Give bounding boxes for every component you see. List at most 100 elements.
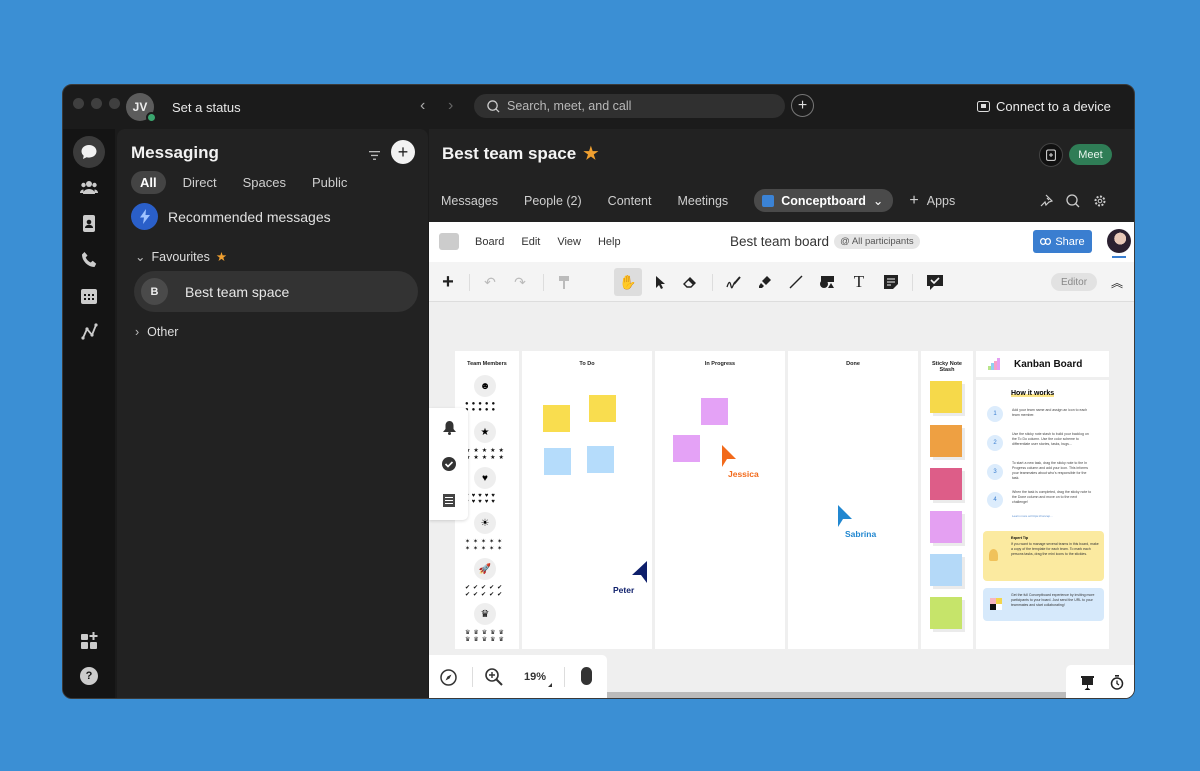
- line-tool-icon[interactable]: [785, 271, 807, 293]
- gear-icon[interactable]: [1093, 194, 1107, 213]
- member-avatar[interactable]: ☻: [474, 375, 496, 397]
- add-apps-icon[interactable]: [73, 624, 105, 656]
- mouse-mode-icon[interactable]: [581, 667, 592, 685]
- member-avatar[interactable]: ★: [474, 421, 496, 443]
- pen-tool-icon[interactable]: [722, 271, 744, 293]
- mini-icons-row[interactable]: ✶✶✶✶✶ ✶✶✶✶✶: [465, 538, 505, 552]
- window-controls[interactable]: [73, 98, 120, 109]
- tab-meetings[interactable]: Meetings: [677, 194, 728, 208]
- favourite-star-icon[interactable]: ★: [583, 144, 598, 164]
- zoom-dropdown-icon[interactable]: [548, 683, 552, 687]
- recommended-messages[interactable]: Recommended messages: [131, 203, 331, 230]
- calls-icon[interactable]: [73, 243, 105, 275]
- stash-user-stories[interactable]: [930, 381, 962, 413]
- stash-purple[interactable]: [930, 511, 962, 543]
- messaging-icon[interactable]: [73, 136, 105, 168]
- set-status-button[interactable]: Set a status: [172, 100, 241, 115]
- whiteboard-icon[interactable]: [73, 315, 105, 347]
- shapes-tool-icon[interactable]: [816, 271, 838, 293]
- sticky-note[interactable]: [589, 395, 616, 422]
- tab-conceptboard[interactable]: Conceptboard ⌄: [754, 189, 894, 212]
- board-canvas[interactable]: Team Members ☻ ●●●●● ●●●●● ★ ★★★★★ ★★★★★ ♥…: [429, 303, 1134, 698]
- redo-icon[interactable]: ↷: [509, 271, 531, 293]
- mini-icons-row[interactable]: ♥♥♥♥♥ ♥♥♥♥♥: [465, 493, 498, 505]
- meet-button[interactable]: Meet: [1069, 144, 1112, 165]
- menu-edit[interactable]: Edit: [521, 236, 540, 248]
- add-icon[interactable]: +: [437, 271, 459, 293]
- tab-people[interactable]: People (2): [524, 194, 582, 208]
- zoom-level[interactable]: 19%: [524, 671, 546, 683]
- filter-spaces[interactable]: Spaces: [234, 171, 295, 194]
- format-painter-icon[interactable]: [553, 271, 575, 293]
- select-tool-icon[interactable]: [649, 271, 671, 293]
- new-message-button[interactable]: +: [391, 140, 415, 164]
- search-input[interactable]: Search, meet, and call: [474, 94, 785, 118]
- undo-icon[interactable]: ↶: [479, 271, 501, 293]
- search-icon[interactable]: [1066, 194, 1080, 213]
- contacts-icon[interactable]: [73, 207, 105, 239]
- member-avatar[interactable]: 🚀: [474, 558, 496, 580]
- filter-icon[interactable]: [369, 147, 380, 165]
- menu-view[interactable]: View: [557, 236, 581, 248]
- horizontal-scrollbar[interactable]: [607, 692, 1067, 698]
- list-icon[interactable]: [441, 492, 457, 508]
- timer-icon[interactable]: [1110, 675, 1124, 695]
- user-avatar[interactable]: JV: [126, 93, 157, 123]
- stash-tasks[interactable]: [930, 425, 962, 457]
- sticky-note-icon[interactable]: [880, 271, 902, 293]
- user-avatar[interactable]: [1107, 229, 1131, 258]
- mini-icons-row[interactable]: ♛♛♛♛♛ ♛♛♛♛♛: [465, 629, 507, 643]
- favourites-section-toggle[interactable]: ⌄ Favourites ★: [135, 249, 227, 265]
- eraser-icon[interactable]: [679, 271, 701, 293]
- sticky-note[interactable]: [673, 435, 700, 462]
- schedule-icon[interactable]: [1039, 143, 1063, 167]
- pin-icon[interactable]: [1039, 194, 1054, 213]
- tab-content[interactable]: Content: [608, 194, 652, 208]
- filter-direct[interactable]: Direct: [174, 171, 226, 194]
- participants-badge[interactable]: @ All participants: [834, 234, 920, 249]
- compass-icon[interactable]: [440, 669, 457, 691]
- share-button[interactable]: Share: [1033, 230, 1092, 253]
- add-apps-tab[interactable]: + Apps: [909, 192, 955, 210]
- editor-badge[interactable]: Editor: [1051, 273, 1097, 291]
- learn-more-link[interactable]: Learn more at https://concep...: [1012, 514, 1053, 518]
- back-icon[interactable]: ‹: [420, 97, 425, 115]
- highlighter-icon[interactable]: [754, 271, 776, 293]
- comment-tool-icon[interactable]: [924, 271, 946, 293]
- zoom-in-icon[interactable]: [485, 668, 503, 691]
- stash-bugs[interactable]: [930, 468, 962, 500]
- member-avatar[interactable]: ☀: [474, 512, 496, 534]
- text-tool-icon[interactable]: T: [848, 271, 870, 293]
- hand-tool-icon[interactable]: ✋: [614, 268, 642, 296]
- stash-green[interactable]: [930, 597, 962, 629]
- sticky-note[interactable]: [543, 405, 570, 432]
- filter-all[interactable]: All: [131, 171, 166, 194]
- sticky-note[interactable]: [587, 446, 614, 473]
- mini-icons-row[interactable]: ★★★★★ ★★★★★: [465, 447, 507, 461]
- filter-public[interactable]: Public: [303, 171, 356, 194]
- new-button[interactable]: +: [791, 94, 814, 117]
- other-section-toggle[interactable]: › Other: [135, 325, 178, 339]
- teams-icon[interactable]: [73, 171, 105, 203]
- bell-icon[interactable]: [441, 420, 457, 436]
- list-item-space[interactable]: B Best team space: [134, 271, 418, 312]
- mini-icons-row[interactable]: ✔✔✔✔✔ ✔✔✔✔✔: [465, 584, 505, 598]
- tab-messages[interactable]: Messages: [441, 194, 498, 208]
- member-avatar[interactable]: ♥: [474, 467, 496, 489]
- search-icon: [487, 99, 500, 113]
- sticky-note[interactable]: [544, 448, 571, 475]
- menu-board[interactable]: Board: [475, 236, 504, 248]
- forward-icon[interactable]: ›: [448, 97, 453, 115]
- mini-icons-row[interactable]: ●●●●● ●●●●●: [465, 401, 498, 413]
- check-circle-icon[interactable]: [441, 456, 457, 472]
- calendar-icon[interactable]: [73, 279, 105, 311]
- member-avatar[interactable]: ♛: [474, 603, 496, 625]
- presentation-icon[interactable]: [1081, 676, 1094, 695]
- space-main: Best team space ★ Meet Messages People (…: [429, 129, 1134, 698]
- menu-help[interactable]: Help: [598, 236, 621, 248]
- stash-blue[interactable]: [930, 554, 962, 586]
- collapse-toolbar-icon[interactable]: ︽: [1106, 271, 1128, 293]
- sticky-note[interactable]: [701, 398, 728, 425]
- connect-device-button[interactable]: Connect to a device: [977, 99, 1111, 114]
- help-icon[interactable]: ?: [73, 660, 105, 692]
